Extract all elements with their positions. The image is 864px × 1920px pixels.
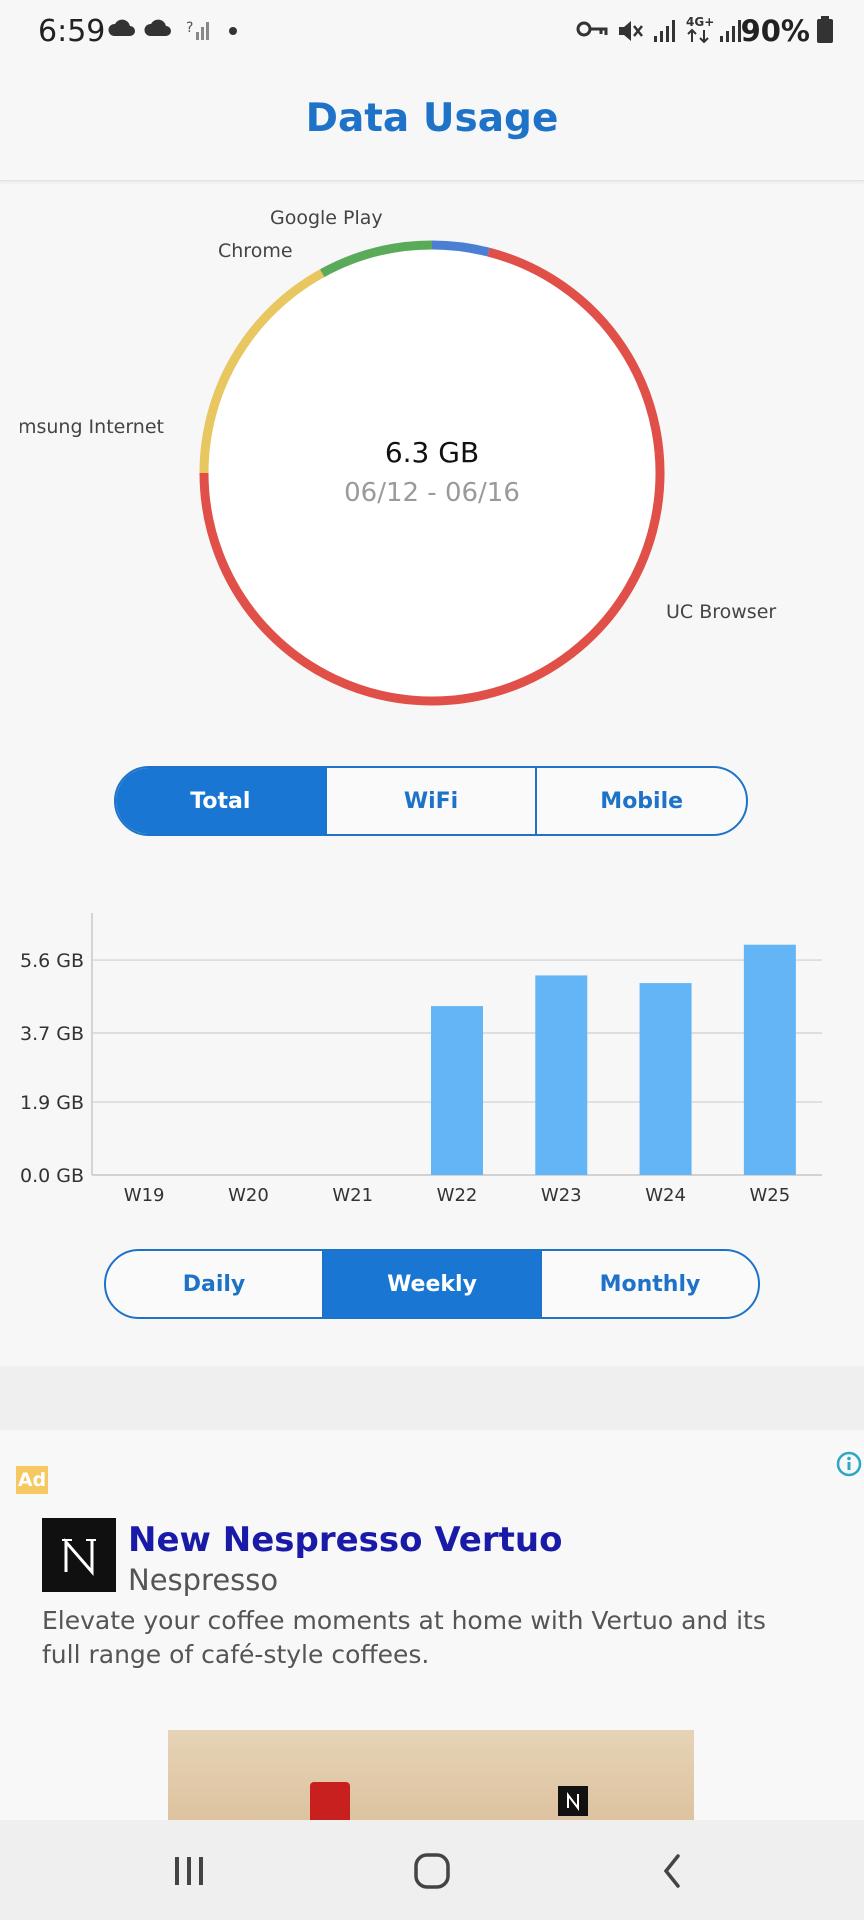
signal-icon <box>654 20 675 42</box>
y-tick-label: 5.6 GB <box>20 950 84 972</box>
network-type-icon: 4G+ <box>686 15 714 44</box>
ad-description: Elevate your coffee moments at home with… <box>42 1606 766 1669</box>
donut-label-uc-browser: UC Browser <box>666 601 777 623</box>
bar-w25[interactable] <box>743 944 796 1175</box>
ad-title[interactable]: New Nespresso Vertuo <box>128 1520 562 1560</box>
x-tick-label: W24 <box>645 1185 686 1206</box>
status-bar: 6:59 ? 4G+ 90% <box>0 0 864 66</box>
tab-wifi[interactable]: WiFi <box>324 768 536 834</box>
mute-icon <box>619 21 643 41</box>
nespresso-logo-icon <box>558 1786 588 1816</box>
page-title: Data Usage <box>305 96 559 141</box>
tab-mobile[interactable]: Mobile <box>535 768 746 834</box>
x-tick-label: W25 <box>750 1185 791 1206</box>
recent-apps-icon[interactable] <box>172 1854 206 1888</box>
ad-info-icon[interactable] <box>834 1449 864 1479</box>
back-icon[interactable] <box>658 1852 688 1890</box>
weekly-usage-bar-chart: 0.0 GB 1.9 GB 3.7 GB 5.6 GB W19 W20 W21 W22 W23 W… <box>20 913 822 1206</box>
coffee-machine-image <box>310 1782 350 1820</box>
bar-w22[interactable] <box>431 1006 483 1175</box>
ad-image[interactable] <box>168 1730 694 1820</box>
bar-w24[interactable] <box>639 983 692 1175</box>
donut-label-samsung-internet: Samsung Internet <box>20 416 164 438</box>
home-icon[interactable] <box>412 1852 452 1890</box>
bar-w23[interactable] <box>535 975 588 1175</box>
usage-type-selector: Total WiFi Mobile <box>114 766 748 836</box>
y-tick-label: 1.9 GB <box>20 1092 84 1114</box>
tab-total[interactable]: Total <box>116 768 325 834</box>
donut-label-google-play: Google Play <box>270 207 383 229</box>
battery-percent: 90% <box>740 14 810 48</box>
app-header: Data Usage <box>0 66 864 181</box>
svg-text:N: N <box>42 1518 43 1519</box>
x-tick-label: W21 <box>332 1185 373 1206</box>
cloud-icon <box>144 19 171 36</box>
battery-icon <box>817 16 833 43</box>
x-tick-label: W19 <box>124 1185 165 1206</box>
notification-dot-icon <box>229 27 237 35</box>
tab-monthly[interactable]: Monthly <box>540 1251 758 1317</box>
status-time: 6:59 <box>38 14 106 49</box>
svg-text:?: ? <box>186 20 193 36</box>
x-tick-label: W20 <box>228 1185 269 1206</box>
donut-center <box>208 249 656 697</box>
signal-unknown-icon: ? <box>186 20 209 40</box>
nespresso-logo-icon: N <box>42 1518 96 1577</box>
svg-text:4G+: 4G+ <box>686 15 714 29</box>
advertiser-logo[interactable]: N <box>42 1518 116 1592</box>
donut-date-range: 06/12 - 06/16 <box>344 478 520 508</box>
x-tick-label: W22 <box>437 1185 478 1206</box>
vpn-key-icon <box>576 21 608 37</box>
ad-badge: Ad <box>16 1466 48 1494</box>
period-selector: Daily Weekly Monthly <box>104 1249 760 1319</box>
ad-advertiser: Nespresso <box>128 1563 279 1597</box>
tab-daily[interactable]: Daily <box>106 1251 322 1317</box>
section-divider <box>0 1366 864 1430</box>
tab-weekly[interactable]: Weekly <box>322 1251 540 1317</box>
y-tick-label: 3.7 GB <box>20 1023 84 1045</box>
x-tick-label: W23 <box>541 1185 582 1206</box>
cloud-icon <box>108 19 135 36</box>
donut-total-usage: 6.3 GB <box>384 436 480 469</box>
y-tick-label: 0.0 GB <box>20 1165 84 1187</box>
system-nav-bar <box>0 1820 864 1920</box>
donut-label-chrome: Chrome <box>218 240 293 262</box>
